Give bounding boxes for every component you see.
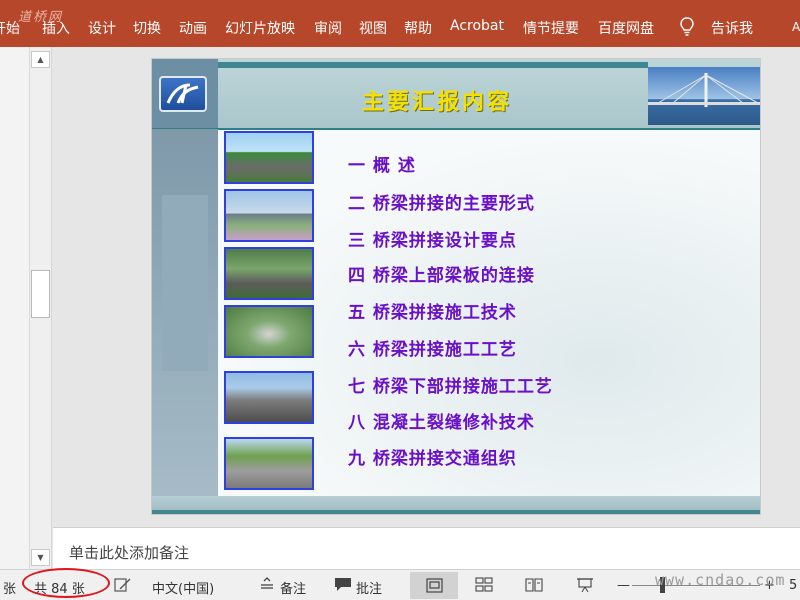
lightbulb-icon[interactable] xyxy=(679,17,695,37)
slide-sorter-icon[interactable] xyxy=(475,577,493,592)
footer-strip xyxy=(152,510,760,514)
tab-animations[interactable]: 动画 xyxy=(179,18,207,38)
tab-slideshow[interactable]: 幻灯片放映 xyxy=(225,18,295,38)
reading-view-icon[interactable] xyxy=(525,577,543,592)
tab-storyboard[interactable]: 情节提要 xyxy=(523,18,579,38)
tab-transitions[interactable]: 切换 xyxy=(133,18,161,38)
triangle-down-icon: ▼ xyxy=(37,553,44,562)
tab-home[interactable]: 开始 xyxy=(0,18,20,38)
tab-acrobat[interactable]: Acrobat xyxy=(450,18,504,34)
agenda-item: 七 桥梁下部拼接施工工艺 xyxy=(348,377,553,397)
agenda-item: 一 概 述 xyxy=(348,156,416,176)
watermark-url: www.cndao.com xyxy=(655,571,786,589)
slide-title: 主要汇报内容 xyxy=(362,89,513,115)
notes-icon xyxy=(261,577,273,589)
header-divider xyxy=(152,128,760,130)
highlight-circle xyxy=(22,568,110,598)
agenda-item: 四 桥梁上部梁板的连接 xyxy=(348,266,535,286)
ribbon-edge-label: A xyxy=(792,20,800,34)
service-area-photo xyxy=(224,437,314,490)
language-indicator[interactable]: 中文(中国) xyxy=(152,578,214,597)
scroll-down-button[interactable]: ▼ xyxy=(31,549,50,566)
vertical-scrollbar[interactable]: ▲ ▼ xyxy=(30,47,52,569)
normal-view-button[interactable] xyxy=(410,572,458,599)
bridge-photo xyxy=(648,67,760,125)
interchange-photo xyxy=(224,305,314,358)
company-logo-icon xyxy=(159,76,207,112)
ribbon-tab-bar: 道桥网 开始 插入 设计 切换 动画 幻灯片放映 审阅 视图 帮助 Acroba… xyxy=(0,0,800,47)
agenda-item: 二 桥梁拼接的主要形式 xyxy=(348,194,535,214)
thumbnail-pane-edge xyxy=(0,47,30,569)
slideshow-icon[interactable] xyxy=(576,577,594,593)
tab-view[interactable]: 视图 xyxy=(359,18,387,38)
scroll-thumb[interactable] xyxy=(31,270,50,318)
logo-mark-icon xyxy=(166,83,199,104)
highway-photo xyxy=(224,131,314,184)
agenda-item: 六 桥梁拼接施工工艺 xyxy=(348,340,517,360)
slide[interactable]: 主要汇报内容 一 概 述 二 桥梁拼接的主要形式 三 桥梁拼接设计要点 四 桥梁… xyxy=(151,58,761,515)
scroll-up-button[interactable]: ▲ xyxy=(31,51,50,68)
tab-review[interactable]: 审阅 xyxy=(314,18,342,38)
tell-me-search[interactable]: 告诉我 xyxy=(711,18,753,38)
logo-panel xyxy=(152,59,218,129)
comment-icon xyxy=(335,578,351,591)
spellcheck-icon[interactable] xyxy=(114,577,132,593)
normal-view-icon xyxy=(426,578,443,593)
agenda-item: 五 桥梁拼接施工技术 xyxy=(348,303,517,323)
header-strip xyxy=(218,62,648,68)
slide-side-bar xyxy=(152,129,218,514)
notes-pane[interactable]: 单击此处添加备注 xyxy=(53,527,800,569)
urban-road-photo xyxy=(224,371,314,424)
tab-design[interactable]: 设计 xyxy=(88,18,116,38)
tab-baidu-netdisk[interactable]: 百度网盘 xyxy=(598,18,654,38)
side-bar-panel xyxy=(162,195,208,371)
agenda-item: 三 桥梁拼接设计要点 xyxy=(348,231,517,251)
tab-insert[interactable]: 插入 xyxy=(42,18,70,38)
slide-footer-band xyxy=(152,496,760,514)
notes-placeholder[interactable]: 单击此处添加备注 xyxy=(69,542,189,563)
zoom-percentage[interactable]: 5 xyxy=(789,578,797,593)
notes-button[interactable]: 备注 xyxy=(280,578,306,597)
slide-indicator-prefix: 张 xyxy=(3,582,17,597)
tab-help[interactable]: 帮助 xyxy=(404,18,432,38)
zoom-out-button[interactable]: — xyxy=(617,578,630,593)
comments-button[interactable]: 批注 xyxy=(356,578,382,597)
bridge-deck-photo xyxy=(224,189,314,242)
agenda-item: 九 桥梁拼接交通组织 xyxy=(348,449,517,469)
agenda-item: 八 混凝土裂缝修补技术 xyxy=(348,413,535,433)
tunnel-photo xyxy=(224,247,314,300)
triangle-up-icon: ▲ xyxy=(37,55,44,64)
